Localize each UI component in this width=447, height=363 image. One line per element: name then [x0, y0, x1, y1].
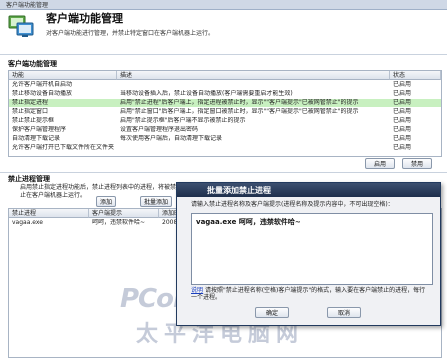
dialog-note-text: 请按照"禁止进程名称(空格)客户端提示"的格式，输入要在客户端禁止的进程，每行一… [191, 287, 426, 301]
feature-cell-desc: 启用"禁止进程"后客户端上，指定进程被禁止时，显示""客户端提示"已被网管禁止"… [120, 99, 359, 106]
dialog-note: 说明 请按照"禁止进程名称(空格)客户端提示"的格式，输入要在客户端禁止的进程，… [191, 287, 431, 301]
features-section-title: 客户端功能管理 [8, 60, 57, 68]
feature-cell-name: 自动清理下载记录 [12, 135, 61, 142]
feature-row[interactable]: 禁止移动设备自动播放 当移动设备插入后，禁止设备自动播放(客户端需要重启才能生效)… [9, 90, 441, 98]
feature-row[interactable]: 禁止指定窗口 启用"禁止窗口"后客户端上，指定窗口被禁止时，显示""客户端提示"已… [9, 108, 441, 116]
feature-cell-desc: 每次使用客户端后，自动清理下载记录 [120, 135, 223, 142]
process-cell-process: vagaa.exe [12, 219, 43, 226]
process-col-name[interactable]: 禁止进程 [9, 209, 89, 218]
feature-cell-name: 允许客户端打开已下载文件所在文件夹 [12, 144, 115, 151]
feature-cell-status: 已启用 [393, 117, 412, 124]
process-cell-tip: 呵呵，违禁软件哈~ [92, 219, 146, 226]
dialog-textarea[interactable]: vagaa.exe 呵呵，违禁软件哈~ [191, 213, 433, 285]
page-description: 对客户端功能进行管理，并禁止特定窗口在客户端机器上运行。 [46, 30, 215, 37]
section-divider [0, 172, 447, 173]
header-divider [0, 54, 447, 55]
dialog-ok-button[interactable]: 确定 [255, 307, 289, 318]
dialog-titlebar: 批量添加禁止进程 [177, 183, 440, 197]
dialog-textarea-content: vagaa.exe 呵呵，违禁软件哈~ [196, 218, 301, 226]
dialog-instruction: 请输入禁止进程名称及客户端提示(进程名称及提示内容中，不可出现空格)： [191, 201, 394, 208]
page-title: 客户端功能管理 [46, 12, 123, 25]
batch-add-button[interactable]: 批量添加 [140, 196, 172, 207]
feature-cell-name: 保护客户端管理程序 [12, 126, 67, 133]
feature-row[interactable]: 允许客户端打开已下载文件所在文件夹 已启用 [9, 144, 441, 152]
features-col-desc[interactable]: 描述 [117, 71, 390, 80]
feature-cell-name: 禁止移动设备自动播放 [12, 90, 73, 97]
feature-cell-status: 已启用 [393, 126, 412, 133]
feature-row[interactable]: 允许客户端开机自启动 已启用 [9, 81, 441, 89]
feature-cell-status: 已启用 [393, 99, 412, 106]
process-col-tip[interactable]: 客户端提示 [89, 209, 159, 218]
dialog-cancel-button[interactable]: 取消 [327, 307, 361, 318]
window-titlebar: 客户端功能管理 [0, 0, 447, 10]
feature-cell-status: 已启用 [393, 108, 412, 115]
feature-row[interactable]: 禁止指定进程 启用"禁止进程"后客户端上，指定进程被禁止时，显示""客户端提示"已… [9, 99, 441, 107]
feature-cell-status: 已启用 [393, 144, 412, 151]
feature-cell-status: 已启用 [393, 90, 412, 97]
window-title: 客户端功能管理 [6, 2, 49, 9]
client-monitor-icon [8, 14, 34, 38]
feature-cell-status: 已启用 [393, 81, 412, 88]
feature-cell-desc: 设置客户端管理程序退出密码 [120, 126, 199, 133]
feature-cell-desc: 当移动设备插入后，禁止设备自动播放(客户端需要重启才能生效) [120, 90, 293, 97]
dialog-title: 批量添加禁止进程 [207, 186, 271, 195]
feature-row[interactable]: 自动清理下载记录 每次使用客户端后，自动清理下载记录 已启用 [9, 135, 441, 143]
feature-cell-name: 禁止指定窗口 [12, 108, 49, 115]
feature-cell-name: 允许客户端开机自启动 [12, 81, 73, 88]
batch-add-dialog: 批量添加禁止进程 请输入禁止进程名称及客户端提示(进程名称及提示内容中，不可出现… [176, 182, 441, 326]
feature-cell-status: 已启用 [393, 135, 412, 142]
feature-cell-desc: 启用"禁止窗口"后客户端上，指定窗口被禁止时，显示""客户端提示"已被网管禁止"… [120, 108, 359, 115]
dialog-note-label[interactable]: 说明 [191, 287, 203, 294]
feature-row[interactable]: 保护客户端管理程序 设置客户端管理程序退出密码 已启用 [9, 126, 441, 134]
feature-cell-name: 禁止禁止提示框 [12, 117, 55, 124]
features-table: 功能 描述 状态 允许客户端开机自启动 已启用 禁止移动设备自动播放 当移动设备插入后… [8, 70, 442, 157]
feature-cell-desc: 启用"禁止提示框"后客户端不显示被禁止的提示 [120, 117, 246, 124]
disable-button[interactable]: 禁用 [402, 158, 432, 169]
enable-button[interactable]: 启用 [365, 158, 395, 169]
features-col-name[interactable]: 功能 [9, 71, 117, 80]
process-section-title: 禁止进程管理 [8, 175, 50, 183]
add-process-button[interactable]: 添加 [96, 196, 116, 207]
feature-cell-name: 禁止指定进程 [12, 99, 49, 106]
features-col-status[interactable]: 状态 [390, 71, 441, 80]
feature-row[interactable]: 禁止禁止提示框 启用"禁止提示框"后客户端不显示被禁止的提示 已启用 [9, 117, 441, 125]
